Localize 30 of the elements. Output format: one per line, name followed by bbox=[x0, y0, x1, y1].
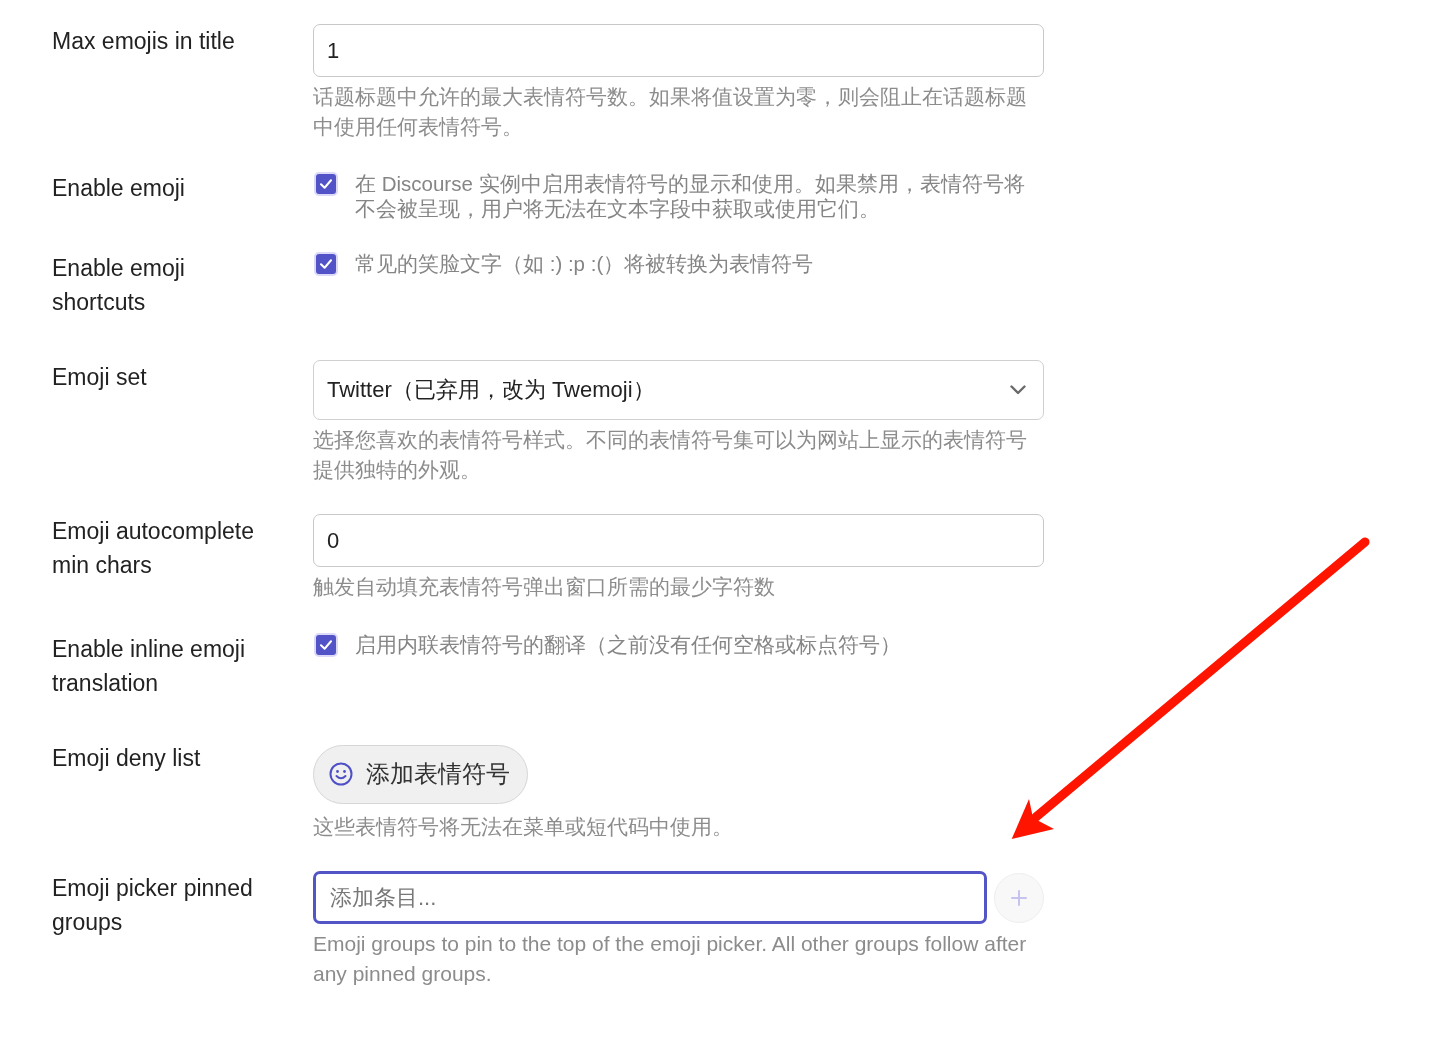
checkbox-label[interactable]: 启用内联表情符号的翻译（之前没有任何空格或标点符号） bbox=[355, 631, 1044, 657]
setting-label: Emoji deny list bbox=[52, 743, 201, 773]
checkbox-label[interactable]: 常见的笑脸文字（如 :) :p :(）将被转换为表情符号 bbox=[355, 251, 1044, 276]
number-input[interactable]: 1 bbox=[313, 24, 1044, 77]
setting-description: 触发自动填充表情符号弹出窗口所需的最少字符数 bbox=[313, 574, 776, 600]
emoji-set-select[interactable]: Twitter（已弃用，改为 Twemoji） bbox=[313, 360, 1044, 420]
setting-label: Emoji autocomplete min chars bbox=[52, 517, 255, 580]
setting-label: Emoji set bbox=[52, 363, 147, 392]
setting-label: Emoji picker pinned groups bbox=[52, 874, 254, 937]
setting-label: Enable inline emoji translation bbox=[52, 634, 247, 698]
setting-description: 选择您喜欢的表情符号样式。不同的表情符号集可以为网站上显示的表情符号提供独特的外观。 bbox=[313, 427, 1028, 483]
checkmark-icon bbox=[320, 179, 332, 189]
setting-description: Emoji groups to pin to the top of the emoji picker. All other groups follow after any pinned groups. bbox=[313, 931, 1028, 987]
setting-description: 这些表情符号将无法在菜单或短代码中使用。 bbox=[313, 813, 734, 840]
checkbox[interactable] bbox=[314, 632, 338, 657]
checkbox[interactable] bbox=[314, 172, 338, 196]
add-emoji-button[interactable]: 添加表情符号 bbox=[313, 744, 528, 804]
setting-description: 话题标题中允许的最大表情符号数。如果将值设置为零，则会阻止在话题标题中使用任何表情符号。 bbox=[313, 84, 1028, 140]
plus-icon bbox=[1011, 889, 1027, 906]
chevron-down-icon bbox=[1010, 385, 1026, 395]
checkmark-icon bbox=[320, 639, 332, 650]
checkbox[interactable] bbox=[314, 252, 338, 276]
smiley-icon bbox=[329, 762, 353, 786]
setting-label: Max emojis in title bbox=[52, 27, 235, 56]
checkbox-label[interactable]: 在 Discourse 实例中启用表情符号的显示和使用。如果禁用，表情符号将不会被呈现，用户将无法在文本字段中获取或使用它们。 bbox=[355, 171, 1044, 221]
setting-label: Enable emoji shortcuts bbox=[52, 254, 186, 317]
checkmark-icon bbox=[320, 259, 332, 269]
setting-label: Enable emoji bbox=[52, 174, 185, 203]
number-input[interactable]: 0 bbox=[313, 514, 1044, 567]
add-item-input[interactable]: 添加条目... bbox=[313, 871, 987, 924]
